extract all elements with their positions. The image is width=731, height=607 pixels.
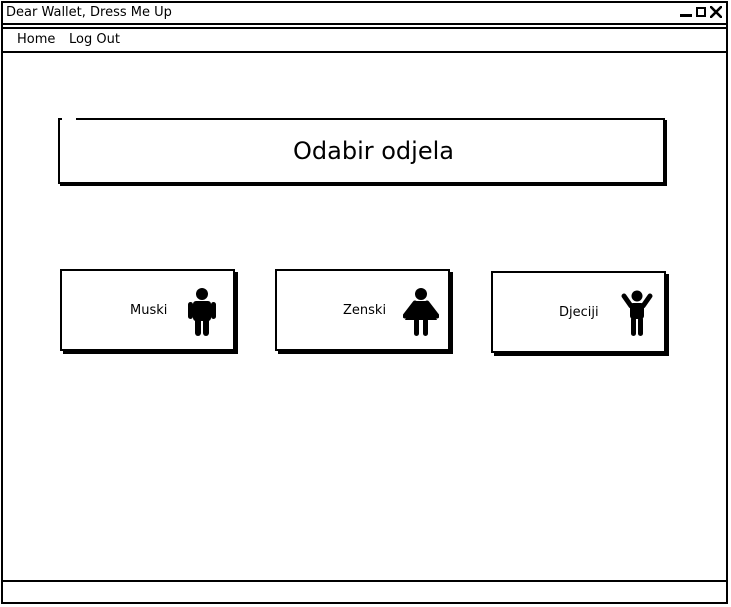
department-button-muski[interactable]: Muski (60, 269, 235, 351)
window-title: Dear Wallet, Dress Me Up (6, 5, 172, 20)
child-icon (621, 290, 653, 340)
department-label: Zenski (343, 303, 387, 318)
title-bar: Dear Wallet, Dress Me Up (3, 3, 726, 25)
department-label: Djeciji (559, 305, 599, 320)
status-bar (3, 580, 726, 602)
menu-bar: Home Log Out (3, 27, 726, 53)
department-button-djeciji[interactable]: Djeciji (491, 271, 666, 353)
man-icon (188, 288, 216, 340)
page-title: Odabir odjela (293, 137, 454, 165)
woman-icon (402, 288, 440, 340)
menu-item-log-out[interactable]: Log Out (69, 32, 120, 47)
page-heading-box: Odabir odjela (58, 118, 665, 184)
maximize-icon[interactable] (695, 5, 707, 19)
department-button-zenski[interactable]: Zenski (275, 269, 450, 351)
window-controls (680, 5, 722, 19)
minimize-icon[interactable] (680, 5, 692, 19)
heading-box-notch (62, 116, 76, 122)
close-icon[interactable] (710, 5, 722, 19)
department-label: Muski (130, 303, 168, 318)
menu-item-home[interactable]: Home (17, 32, 55, 47)
